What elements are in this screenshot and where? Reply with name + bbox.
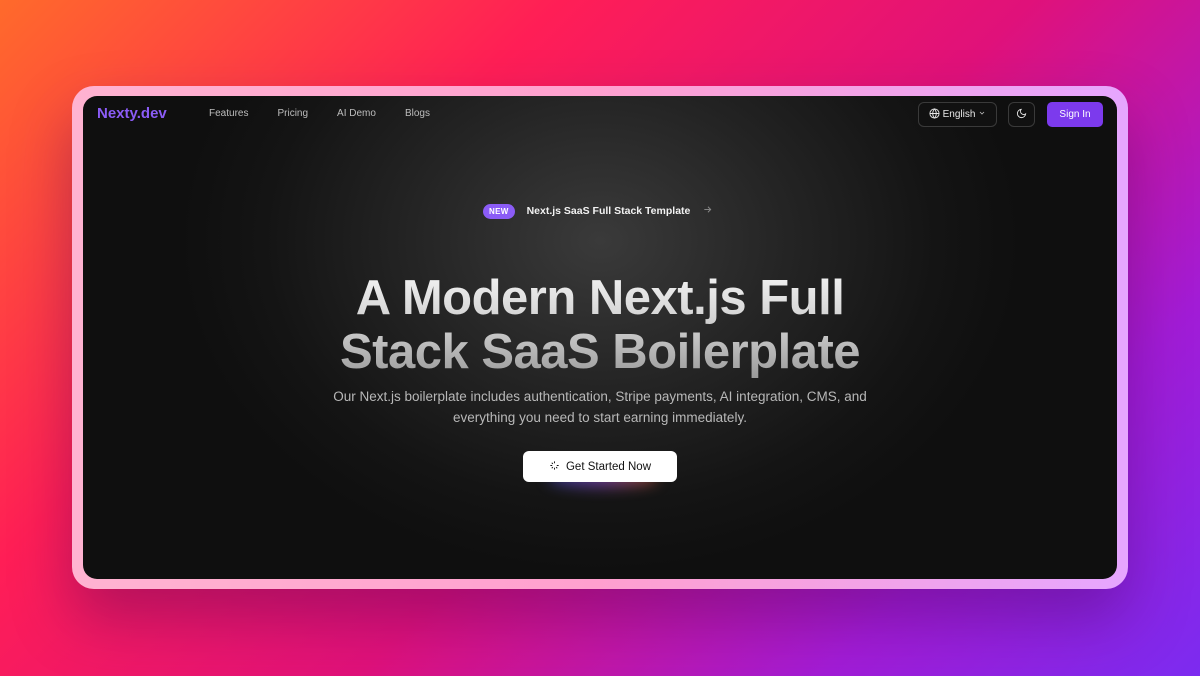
nav-link-blogs[interactable]: Blogs [405,108,430,119]
app-screen: Nexty.dev Features Pricing AI Demo Blogs… [83,96,1117,579]
language-selector[interactable]: English [918,102,997,127]
hero-title-line2: Stack SaaS Boilerplate [339,325,861,379]
hero-title-line1: A Modern Next.js Full [355,271,845,325]
nav-links: Features Pricing AI Demo Blogs [209,108,430,119]
get-started-button[interactable]: Get Started Now [523,451,677,482]
new-tag: NEW [483,203,515,219]
language-label: English [942,109,976,120]
chevron-down-icon [978,109,986,120]
hero-subtitle-line1: Our Next.js boilerplate includes authent… [333,389,867,404]
nav-link-ai-demo[interactable]: AI Demo [337,108,376,119]
top-navbar: Nexty.dev Features Pricing AI Demo Blogs… [83,96,1117,132]
theme-toggle-button[interactable] [1008,102,1035,127]
brand-logo[interactable]: Nexty.dev [97,105,167,122]
arrow-right-icon [702,202,713,220]
announcement-text: Next.js SaaS Full Stack Template [526,205,691,217]
get-started-label: Get Started Now [565,460,651,473]
browser-frame: Nexty.dev Features Pricing AI Demo Blogs… [72,86,1128,589]
moon-icon [1016,106,1027,124]
nav-link-pricing[interactable]: Pricing [277,108,308,119]
globe-icon [929,107,940,122]
announcement-badge[interactable]: NEW Next.js SaaS Full Stack Template [483,202,713,220]
hero-subtitle-line2: everything you need to start earning imm… [453,410,747,425]
sign-in-button[interactable]: Sign In [1047,102,1103,127]
hero-title: A Modern Next.js Full Stack SaaS Boilerp… [83,271,1117,379]
sparkle-icon [549,460,560,474]
nav-link-features[interactable]: Features [209,108,248,119]
hero-subtitle: Our Next.js boilerplate includes authent… [315,386,885,428]
